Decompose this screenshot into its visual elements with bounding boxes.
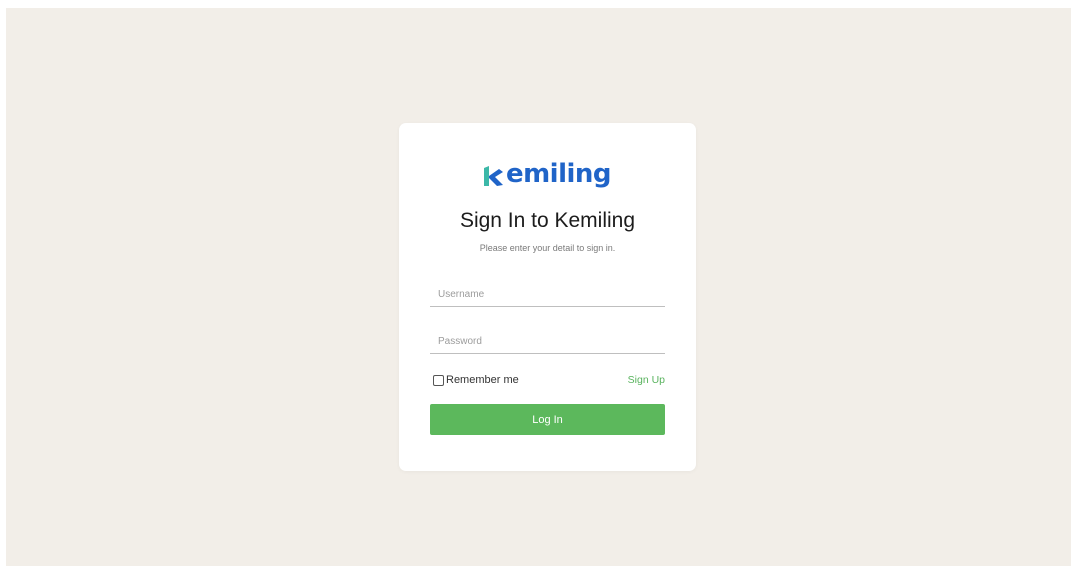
remember-me-checkbox[interactable] <box>433 374 444 386</box>
log-in-button-label: Log In <box>532 413 563 426</box>
username-input[interactable] <box>430 282 665 306</box>
page-title: Sign In to Kemiling <box>459 209 636 232</box>
remember-me-label[interactable]: Remember me <box>446 374 519 386</box>
brand-name: emiling <box>505 159 612 189</box>
page-subtitle: Please enter your detail to sign in. <box>479 243 616 253</box>
username-field-wrapper <box>430 282 665 307</box>
login-card: emiling Sign In to Kemiling Please enter… <box>399 123 696 471</box>
password-field-wrapper <box>430 329 665 354</box>
brand-logo: emiling <box>399 155 696 189</box>
remember-me-row: Remember me <box>433 374 519 386</box>
log-in-button[interactable]: Log In <box>430 404 665 435</box>
kemiling-k-logo-icon <box>483 166 503 186</box>
page-background: emiling Sign In to Kemiling Please enter… <box>6 8 1071 566</box>
password-input[interactable] <box>430 329 665 353</box>
sign-up-link[interactable]: Sign Up <box>628 374 665 386</box>
